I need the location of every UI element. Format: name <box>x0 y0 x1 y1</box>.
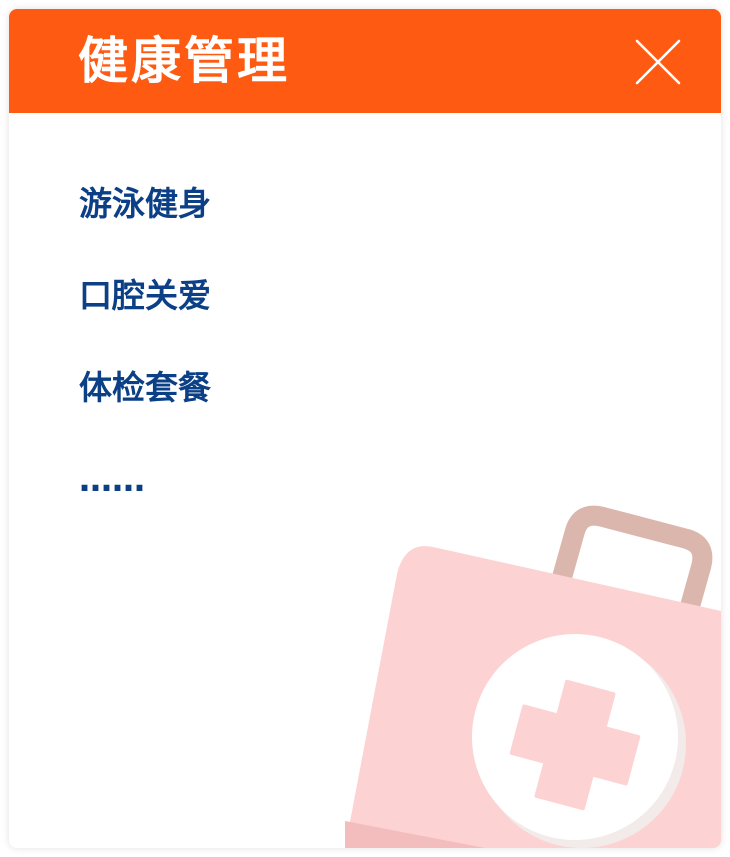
first-aid-kit-icon <box>345 505 721 848</box>
menu-item-swimming-fitness[interactable]: 游泳健身 <box>79 181 211 273</box>
dialog-title: 健康管理 <box>78 32 290 90</box>
menu-item-more[interactable]: …… <box>79 457 211 549</box>
first-aid-kit-illustration <box>335 499 721 848</box>
dialog-header: 健康管理 <box>9 9 721 113</box>
close-icon <box>635 39 681 85</box>
close-button[interactable] <box>635 39 681 85</box>
health-service-list: 游泳健身 口腔关爱 体检套餐 …… <box>79 181 211 549</box>
health-management-dialog: 健康管理 游泳健身 口腔关爱 体检套餐 …… <box>9 9 721 848</box>
menu-item-checkup-package[interactable]: 体检套餐 <box>79 365 211 457</box>
menu-item-oral-care[interactable]: 口腔关爱 <box>79 273 211 365</box>
